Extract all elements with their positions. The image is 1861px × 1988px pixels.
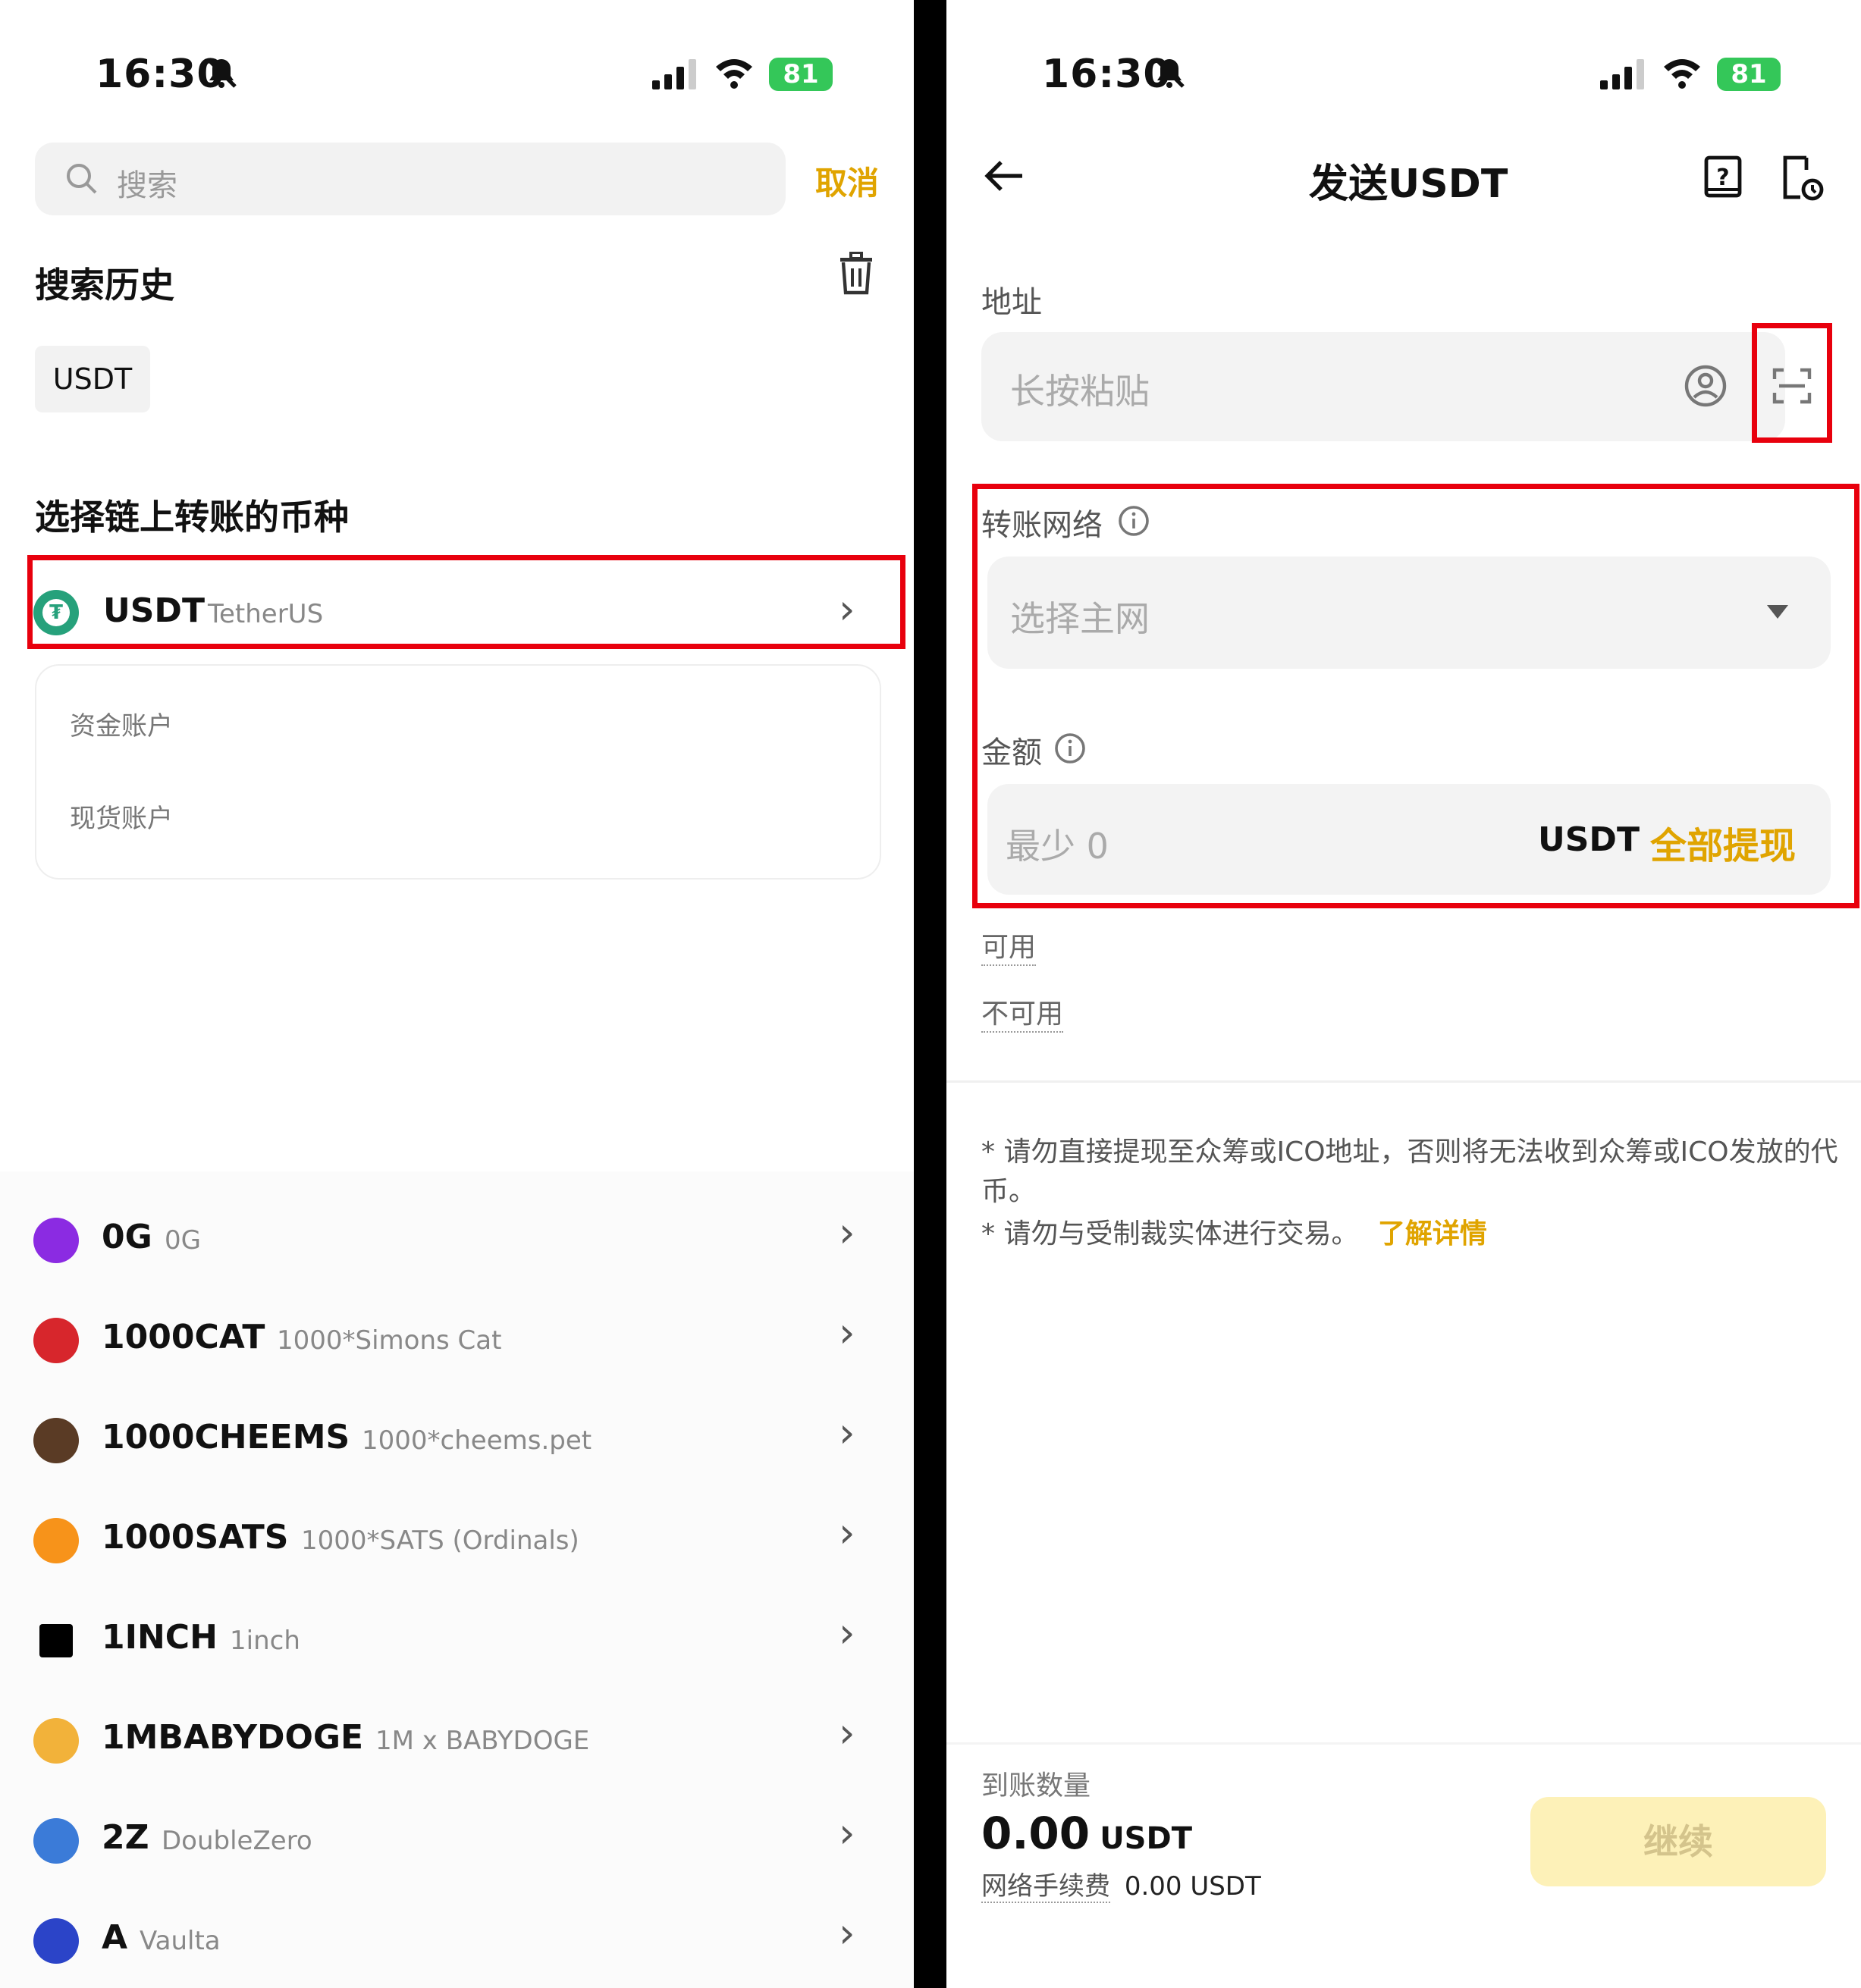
coin-full-name: 1000*cheems.pet [362, 1425, 592, 1456]
coin-symbol: USDT [103, 591, 205, 630]
choose-coin-title: 选择链上转账的币种 [35, 497, 349, 538]
spot-account-label: 现货账户 [70, 804, 173, 834]
coin-logo-icon [39, 1624, 73, 1657]
tether-icon: ₮ [33, 590, 79, 635]
dropdown-caret-icon [1767, 605, 1788, 619]
fee-label[interactable]: 网络手续费 [981, 1871, 1110, 1903]
battery-indicator: 81 [769, 58, 833, 91]
signal-icon [652, 59, 696, 89]
search-placeholder: 搜索 [117, 168, 177, 203]
help-book-icon[interactable]: ? [1702, 155, 1744, 200]
receive-amount-row: 0.00 USDT [981, 1808, 1192, 1859]
chevron-right-icon: › [839, 1209, 855, 1256]
coin-name: TetherUS [208, 599, 324, 629]
info-icon[interactable] [1054, 732, 1086, 764]
coin-full-name: 1M x BABYDOGE [375, 1726, 590, 1756]
receive-unit: USDT [1100, 1821, 1192, 1856]
coin-full-name: DoubleZero [162, 1826, 312, 1856]
coin-symbol: A [102, 1918, 128, 1957]
page-title: 发送USDT [1309, 161, 1508, 207]
history-record-icon[interactable] [1781, 155, 1825, 202]
right-screen: 16:30 81 发送USDT ? 地址 长按粘贴 转账网络 选择主网 金额 最… [946, 0, 1861, 1988]
back-arrow-icon[interactable] [983, 158, 1025, 194]
amount-unit: USDT [1538, 820, 1640, 859]
mute-bell-icon [206, 58, 237, 88]
mute-bell-icon [1154, 58, 1185, 88]
chevron-right-icon: › [839, 1609, 855, 1657]
coin-full-name: 1000*SATS (Ordinals) [301, 1525, 579, 1556]
notice-sanctions-text: * 请勿与受制裁实体进行交易。 [981, 1218, 1359, 1250]
info-icon[interactable] [1118, 505, 1150, 537]
trash-icon[interactable] [837, 252, 875, 296]
address-placeholder: 长按粘贴 [1010, 371, 1150, 412]
footer-divider [946, 1742, 1861, 1745]
continue-button[interactable]: 继续 [1530, 1797, 1826, 1886]
coin-logo-icon [33, 1918, 79, 1964]
search-history-title: 搜索历史 [35, 265, 174, 306]
unavailable-label[interactable]: 不可用 [981, 992, 1064, 1033]
coin-full-name: 1000*Simons Cat [277, 1325, 502, 1356]
battery-indicator: 81 [1717, 58, 1781, 91]
available-label[interactable]: 可用 [981, 925, 1037, 966]
coin-logo-icon [33, 1218, 79, 1263]
coin-full-name: Vaulta [140, 1926, 221, 1956]
svg-text:?: ? [1716, 165, 1729, 191]
scan-qr-icon[interactable] [1772, 367, 1812, 405]
history-chip-usdt[interactable]: USDT [35, 346, 150, 412]
cancel-button[interactable]: 取消 [815, 158, 879, 204]
address-label: 地址 [981, 285, 1042, 320]
chevron-right-icon: › [839, 585, 855, 633]
fee-value: 0.00 USDT [1124, 1871, 1261, 1902]
wifi-icon [716, 59, 752, 89]
coin-logo-icon [33, 1318, 79, 1363]
receive-amount: 0.00 [981, 1808, 1091, 1859]
signal-icon [1600, 59, 1644, 89]
section-divider [946, 1080, 1861, 1083]
coin-symbol: 1INCH [102, 1618, 218, 1657]
coin-full-name: 0G [165, 1225, 201, 1256]
network-label: 转账网络 [981, 508, 1103, 543]
coin-logo-icon [33, 1418, 79, 1463]
coin-symbol: 1000CAT [102, 1318, 265, 1356]
chevron-right-icon: › [839, 1809, 855, 1857]
amount-label: 金额 [981, 735, 1042, 770]
network-placeholder: 选择主网 [1010, 598, 1150, 639]
coin-logo-icon [33, 1818, 79, 1864]
notice-sanctions: * 请勿与受制裁实体进行交易。 了解详情 [981, 1215, 1487, 1254]
search-icon [67, 164, 97, 194]
chevron-right-icon: › [839, 1909, 855, 1957]
wifi-icon [1664, 59, 1700, 89]
coin-symbol: 1000SATS [102, 1518, 289, 1557]
coin-symbol: 1MBABYDOGE [102, 1718, 364, 1757]
notice-ico: * 请勿直接提现至众筹或ICO地址，否则将无法收到众筹或ICO发放的代币。 [981, 1137, 1838, 1207]
amount-placeholder: 最少 0 [1006, 826, 1109, 867]
coin-symbol: 1000CHEEMS [102, 1418, 350, 1457]
account-card [35, 664, 881, 880]
coin-full-name: 1inch [230, 1626, 300, 1656]
coin-symbol: 2Z [102, 1818, 149, 1857]
chevron-right-icon: › [839, 1309, 855, 1356]
chevron-right-icon: › [839, 1409, 855, 1457]
coin-logo-icon [33, 1518, 79, 1563]
chevron-right-icon: › [839, 1709, 855, 1757]
coin-logo-icon [33, 1718, 79, 1764]
chevron-right-icon: › [839, 1509, 855, 1557]
withdraw-all-button[interactable]: 全部提现 [1650, 816, 1796, 869]
fee-row: 网络手续费 0.00 USDT [981, 1865, 1261, 1903]
funding-account-label: 资金账户 [70, 711, 173, 742]
address-book-icon[interactable] [1684, 364, 1728, 408]
coin-list-item[interactable] [0, 1892, 914, 1988]
learn-more-link[interactable]: 了解详情 [1378, 1218, 1487, 1250]
coin-symbol: 0G [102, 1218, 152, 1256]
receive-label: 到账数量 [981, 1770, 1091, 1801]
left-screen: 16:30 81 搜索 取消 搜索历史 USDT 选择链上转账的币种 ₮ USD… [0, 0, 914, 1988]
